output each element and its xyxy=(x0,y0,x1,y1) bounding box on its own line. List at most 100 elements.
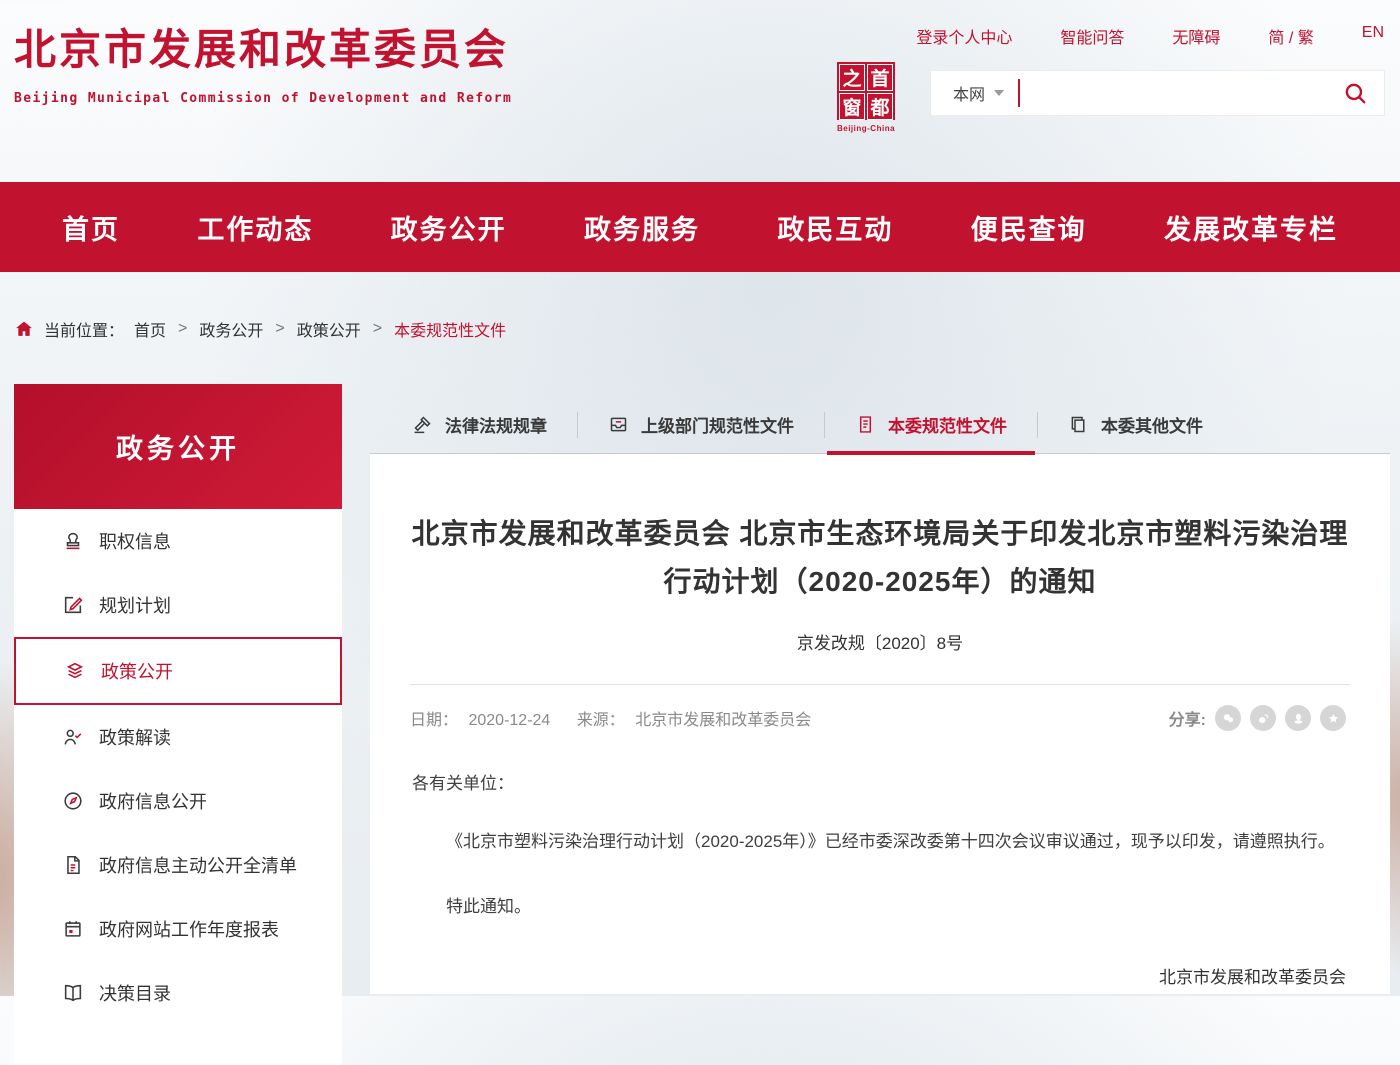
topbar-link-english[interactable]: EN xyxy=(1362,24,1384,48)
nav-gov-services[interactable]: 政务服务 xyxy=(584,208,700,247)
tabs: 法律法规规章 上级部门规范性文件 本委规范性文 xyxy=(370,396,1390,454)
topbar-link-simplified-traditional[interactable]: 简 / 繁 xyxy=(1268,24,1313,48)
person-check-icon xyxy=(62,726,84,748)
nav-gov-disclosure[interactable]: 政务公开 xyxy=(391,208,507,247)
sidebar-item-label: 政府信息主动公开全清单 xyxy=(99,852,297,878)
calendar-icon xyxy=(62,918,84,940)
sidebar-item-policy-disclosure[interactable]: 政策公开 xyxy=(14,637,342,705)
sidebar-item-label: 政府信息公开 xyxy=(99,788,207,814)
signature: 北京市发展和改革委员会 xyxy=(412,963,1346,988)
article-doc-number: 京发改规〔2020〕8号 xyxy=(370,629,1390,654)
sidebar-item-gov-info-disclosure[interactable]: 政府信息公开 xyxy=(14,769,342,833)
sidebar: 政务公开 职权信息 规划计划 xyxy=(14,384,342,1065)
topbar-link-smart-qa[interactable]: 智能问答 xyxy=(1060,24,1124,48)
seal-caption: Beijing-China xyxy=(835,124,897,133)
sidebar-item-label: 职权信息 xyxy=(99,528,171,554)
breadcrumb-separator: > xyxy=(275,320,284,338)
sidebar-item-label: 决策目录 xyxy=(99,980,171,1006)
breadcrumb-current: 本委规范性文件 xyxy=(394,317,506,341)
sidebar-item-label: 政策解读 xyxy=(99,724,171,750)
site-title: 北京市发展和改革委员会 xyxy=(14,16,512,77)
nav-reform-special[interactable]: 发展改革专栏 xyxy=(1164,208,1338,247)
article-body: 各有关单位： 《北京市塑料污染治理行动计划（2020-2025年）》已经市委深改… xyxy=(370,731,1390,988)
qzone-share-icon[interactable] xyxy=(1320,705,1346,731)
sidebar-item-planning[interactable]: 规划计划 xyxy=(14,573,342,637)
search-button[interactable] xyxy=(1326,80,1384,106)
paragraph: 《北京市塑料污染治理行动计划（2020-2025年）》已经市委深改委第十四次会议… xyxy=(412,824,1346,861)
article-meta: 日期： 2020-12-24 来源： 北京市发展和改革委员会 分享: xyxy=(370,685,1390,731)
tab-laws-regulations[interactable]: 法律法规规章 xyxy=(382,396,577,453)
breadcrumb-prefix: 当前位置： xyxy=(44,317,124,341)
sidebar-item-label: 政策公开 xyxy=(101,658,173,684)
search-scope-dropdown[interactable]: 本网 xyxy=(931,81,1004,105)
article-source: 北京市发展和改革委员会 xyxy=(635,712,811,729)
inbox-icon xyxy=(608,414,629,435)
sidebar-item-policy-interpretation[interactable]: 政策解读 xyxy=(14,705,342,769)
main-nav: 首页 工作动态 政务公开 政务服务 政民互动 便民查询 发展改革专栏 xyxy=(0,182,1400,272)
article-card: 北京市发展和改革委员会 北京市生态环境局关于印发北京市塑料污染治理行动计划（20… xyxy=(370,454,1390,994)
breadcrumb-separator: > xyxy=(373,320,382,338)
sidebar-item-decision-catalog[interactable]: 决策目录 xyxy=(14,961,342,1025)
salutation: 各有关单位： xyxy=(412,769,1346,794)
tab-commission-normative-docs[interactable]: 本委规范性文件 xyxy=(825,396,1037,453)
share-bar: 分享: xyxy=(1169,705,1346,731)
document-icon xyxy=(855,414,876,435)
content: 法律法规规章 上级部门规范性文件 本委规范性文 xyxy=(370,384,1390,994)
book-icon xyxy=(62,982,84,1004)
qq-share-icon[interactable] xyxy=(1285,705,1311,731)
seal-char: 之 xyxy=(839,64,865,91)
site-header: 北京市发展和改革委员会 Beijing Municipal Commission… xyxy=(0,0,1400,182)
edit-icon xyxy=(62,594,84,616)
tab-label: 本委规范性文件 xyxy=(888,412,1007,437)
tab-label: 本委其他文件 xyxy=(1101,412,1203,437)
search-scope-label: 本网 xyxy=(953,81,985,105)
sidebar-items: 职权信息 规划计划 政策公开 xyxy=(14,509,342,1065)
source-label: 来源： xyxy=(577,712,625,729)
stamp-icon xyxy=(62,530,84,552)
gavel-icon xyxy=(412,414,433,435)
topbar: 登录个人中心 智能问答 无障碍 简 / 繁 EN xyxy=(916,24,1384,48)
compass-icon xyxy=(62,790,84,812)
nav-convenience-query[interactable]: 便民查询 xyxy=(971,208,1087,247)
main-layout: 政务公开 职权信息 规划计划 xyxy=(0,384,1400,1065)
seal-char: 首 xyxy=(867,64,893,91)
tab-commission-other-docs[interactable]: 本委其他文件 xyxy=(1038,396,1233,453)
sidebar-item-website-annual-report[interactable]: 政府网站工作年度报表 xyxy=(14,897,342,961)
file-copy-icon xyxy=(1068,414,1089,435)
article-meta-left: 日期： 2020-12-24 来源： 北京市发展和改革委员会 xyxy=(410,706,833,730)
breadcrumb-home[interactable]: 首页 xyxy=(134,317,166,341)
share-label: 分享: xyxy=(1169,706,1206,730)
seal-grid: 之 首 窗 都 xyxy=(837,62,895,120)
seal-char: 窗 xyxy=(839,93,865,120)
topbar-link-login[interactable]: 登录个人中心 xyxy=(916,24,1012,48)
tab-superior-normative-docs[interactable]: 上级部门规范性文件 xyxy=(578,396,824,453)
weibo-share-icon[interactable] xyxy=(1250,705,1276,731)
search-icon xyxy=(1342,80,1368,106)
breadcrumb-policy-disclosure[interactable]: 政策公开 xyxy=(297,317,361,341)
site-logo[interactable]: 北京市发展和改革委员会 Beijing Municipal Commission… xyxy=(14,16,512,106)
paragraph: 特此通知。 xyxy=(412,889,1346,926)
tab-label: 法律法规规章 xyxy=(445,412,547,437)
date-label: 日期： xyxy=(410,712,458,729)
seal-char: 都 xyxy=(867,93,893,120)
breadcrumb-separator: > xyxy=(178,320,187,338)
capital-window-seal-logo[interactable]: 之 首 窗 都 Beijing-China xyxy=(835,62,897,133)
breadcrumb-gov-disclosure[interactable]: 政务公开 xyxy=(199,317,263,341)
sidebar-item-proactive-disclosure-list[interactable]: 政府信息主动公开全清单 xyxy=(14,833,342,897)
search-input[interactable] xyxy=(1020,71,1326,115)
sidebar-item-label: 政府网站工作年度报表 xyxy=(99,916,279,942)
tab-label: 上级部门规范性文件 xyxy=(641,412,794,437)
home-icon xyxy=(14,319,34,339)
chevron-down-icon xyxy=(994,90,1004,96)
nav-home[interactable]: 首页 xyxy=(62,208,120,247)
article-title: 北京市发展和改革委员会 北京市生态环境局关于印发北京市塑料污染治理行动计划（20… xyxy=(410,510,1350,605)
topbar-link-accessibility[interactable]: 无障碍 xyxy=(1172,24,1220,48)
wechat-share-icon[interactable] xyxy=(1215,705,1241,731)
nav-public-interaction[interactable]: 政民互动 xyxy=(777,208,893,247)
nav-work-dynamics[interactable]: 工作动态 xyxy=(197,208,313,247)
site-subtitle: Beijing Municipal Commission of Developm… xyxy=(14,91,512,106)
sidebar-item-authority-info[interactable]: 职权信息 xyxy=(14,509,342,573)
article-date: 2020-12-24 xyxy=(468,712,550,729)
sidebar-item-label: 规划计划 xyxy=(99,592,171,618)
layers-icon xyxy=(64,660,86,682)
